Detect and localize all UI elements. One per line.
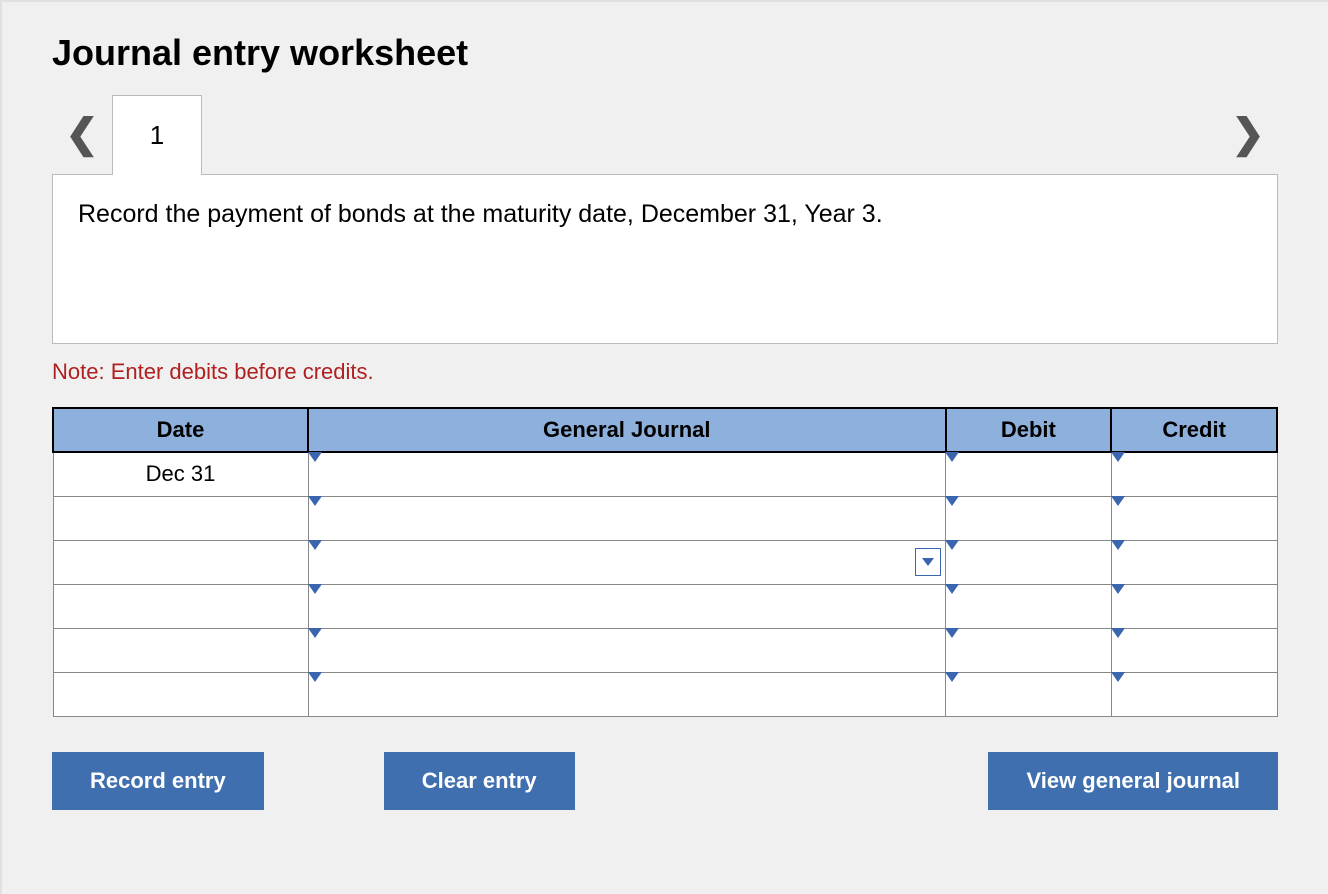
cell-marker-icon (1111, 540, 1125, 550)
cell-marker-icon (1111, 628, 1125, 638)
cell-general-journal[interactable] (308, 452, 946, 496)
cell-marker-icon (308, 628, 322, 638)
record-entry-button[interactable]: Record entry (52, 752, 264, 810)
cell-marker-icon (308, 452, 322, 462)
table-row (53, 584, 1277, 628)
note-text: Note: Enter debits before credits. (52, 359, 1278, 385)
view-general-journal-button[interactable]: View general journal (988, 752, 1278, 810)
header-credit: Credit (1111, 408, 1277, 452)
cell-marker-icon (1111, 452, 1125, 462)
cell-marker-icon (945, 496, 959, 506)
cell-debit[interactable] (946, 584, 1112, 628)
page-title: Journal entry worksheet (52, 32, 1278, 74)
header-debit: Debit (946, 408, 1112, 452)
journal-table: Date General Journal Debit Credit Dec 31 (52, 407, 1278, 717)
tab-1-label: 1 (150, 120, 164, 151)
cell-date[interactable] (53, 672, 308, 716)
cell-general-journal[interactable] (308, 584, 946, 628)
chevron-left-icon: ❮ (65, 111, 99, 157)
cell-debit[interactable] (946, 452, 1112, 496)
cell-general-journal[interactable] (308, 628, 946, 672)
cell-marker-icon (1111, 496, 1125, 506)
cell-marker-icon (308, 584, 322, 594)
cell-debit[interactable] (946, 628, 1112, 672)
instruction-box: Record the payment of bonds at the matur… (52, 174, 1278, 344)
cell-debit[interactable] (946, 540, 1112, 584)
cell-debit[interactable] (946, 496, 1112, 540)
cell-credit[interactable] (1111, 628, 1277, 672)
table-row (53, 496, 1277, 540)
cell-date[interactable] (53, 584, 308, 628)
cell-marker-icon (308, 540, 322, 550)
cell-marker-icon (308, 496, 322, 506)
tab-1[interactable]: 1 (112, 95, 202, 175)
cell-debit[interactable] (946, 672, 1112, 716)
cell-date[interactable] (53, 496, 308, 540)
cell-credit[interactable] (1111, 584, 1277, 628)
table-row: Dec 31 (53, 452, 1277, 496)
prev-arrow[interactable]: ❮ (52, 94, 112, 174)
cell-marker-icon (945, 672, 959, 682)
cell-marker-icon (945, 584, 959, 594)
cell-marker-icon (945, 452, 959, 462)
header-gj: General Journal (308, 408, 946, 452)
header-date: Date (53, 408, 308, 452)
journal-tbody: Dec 31 (53, 452, 1277, 716)
tab-row: ❮ 1 ❯ (52, 94, 1278, 174)
table-row (53, 628, 1277, 672)
cell-credit[interactable] (1111, 672, 1277, 716)
instruction-text: Record the payment of bonds at the matur… (78, 200, 883, 228)
cell-general-journal[interactable] (308, 672, 946, 716)
button-row: Record entry Clear entry View general jo… (52, 752, 1278, 810)
cell-date[interactable] (53, 540, 308, 584)
clear-entry-button[interactable]: Clear entry (384, 752, 575, 810)
dropdown-toggle[interactable] (915, 548, 941, 576)
cell-credit[interactable] (1111, 540, 1277, 584)
cell-date[interactable]: Dec 31 (53, 452, 308, 496)
cell-date[interactable] (53, 628, 308, 672)
cell-general-journal[interactable] (308, 496, 946, 540)
cell-marker-icon (1111, 672, 1125, 682)
table-row (53, 672, 1277, 716)
cell-marker-icon (945, 540, 959, 550)
cell-marker-icon (1111, 584, 1125, 594)
next-arrow[interactable]: ❯ (1218, 94, 1278, 174)
cell-marker-icon (945, 628, 959, 638)
cell-general-journal[interactable] (308, 540, 946, 584)
cell-credit[interactable] (1111, 496, 1277, 540)
cell-credit[interactable] (1111, 452, 1277, 496)
table-row (53, 540, 1277, 584)
chevron-right-icon: ❯ (1231, 111, 1265, 157)
worksheet-panel: Journal entry worksheet ❮ 1 ❯ Record the… (0, 0, 1328, 894)
cell-marker-icon (308, 672, 322, 682)
